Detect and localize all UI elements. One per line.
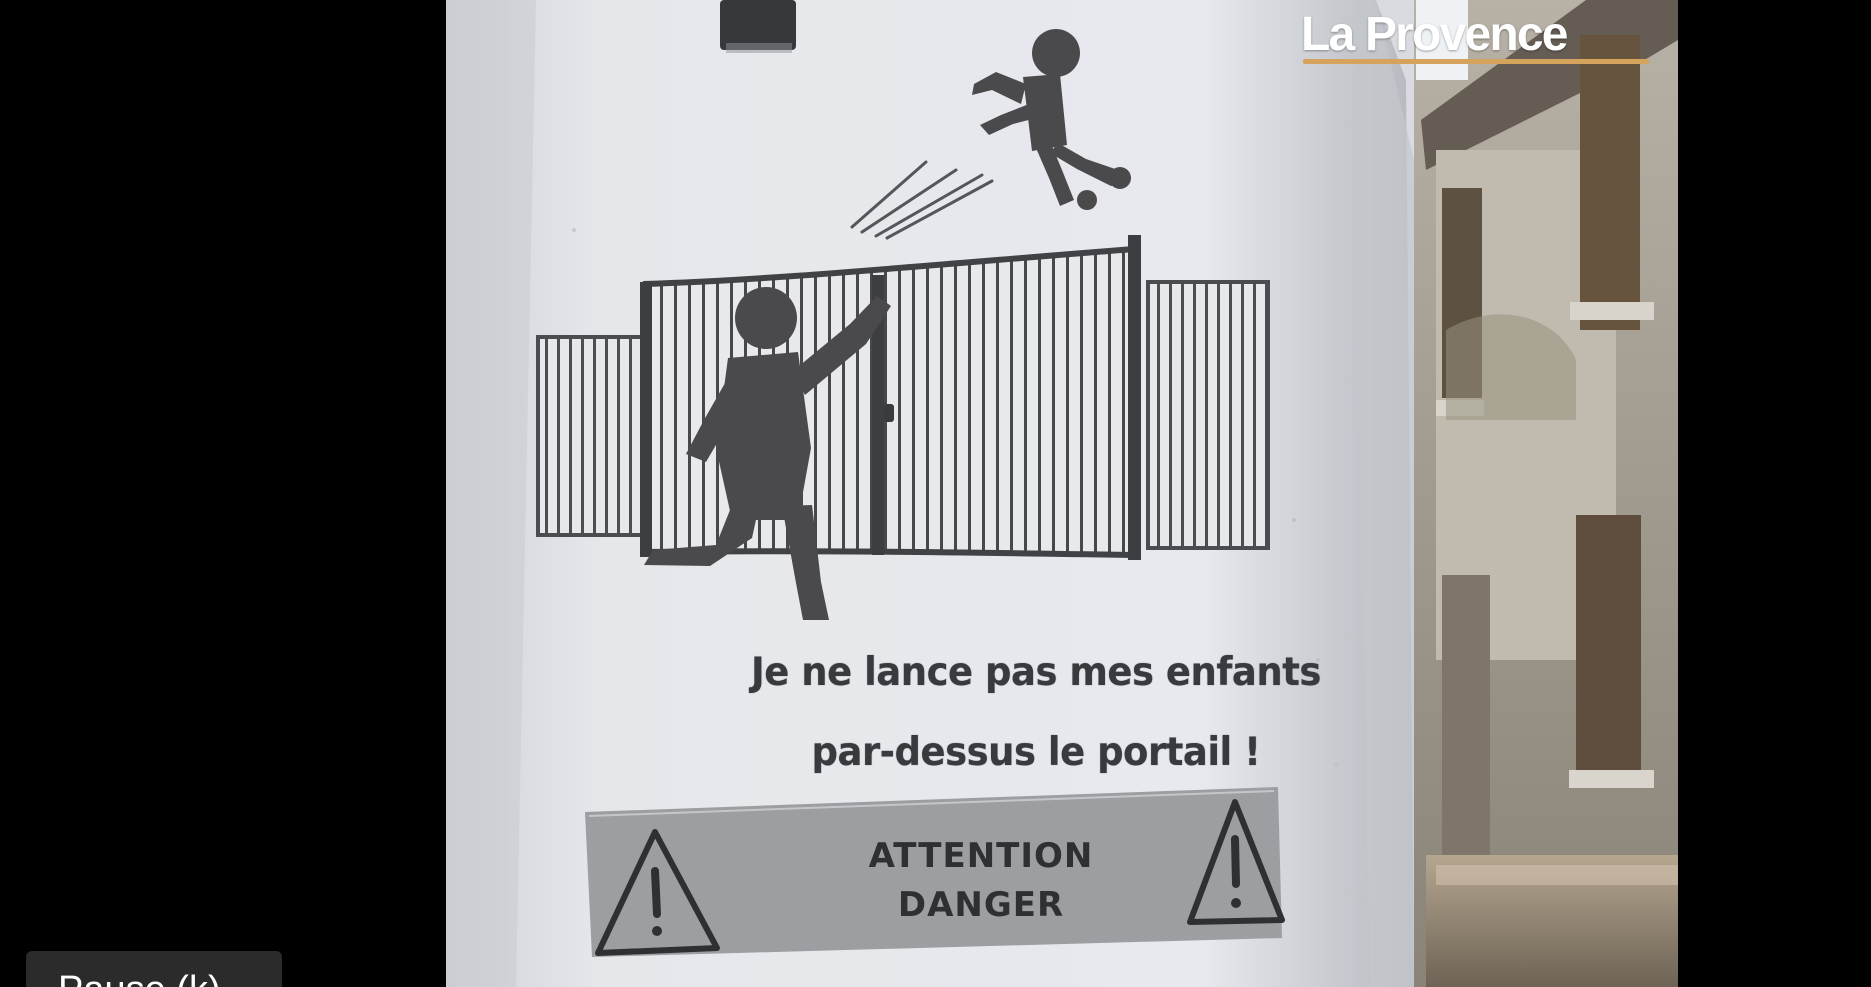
gate-illustration	[536, 235, 1270, 560]
danger-label-line-2: DANGER	[897, 885, 1065, 925]
video-player[interactable]: Je ne lance pas mes enfants par-dessus l…	[0, 0, 1871, 987]
video-frame[interactable]: Je ne lance pas mes enfants par-dessus l…	[446, 0, 1678, 987]
brand-logo: La Provence	[1301, 9, 1657, 65]
brand-underline	[1303, 59, 1649, 64]
poster-message-line-1: Je ne lance pas mes enfants	[751, 648, 1321, 695]
brand-logo-text: La Provence	[1301, 8, 1568, 61]
danger-label-line-1: ATTENTION	[868, 836, 1094, 876]
poster-message-line-2: par-dessus le portail !	[811, 728, 1261, 775]
building-background	[1414, 0, 1678, 987]
pause-tooltip: Pause (k)	[26, 951, 282, 987]
